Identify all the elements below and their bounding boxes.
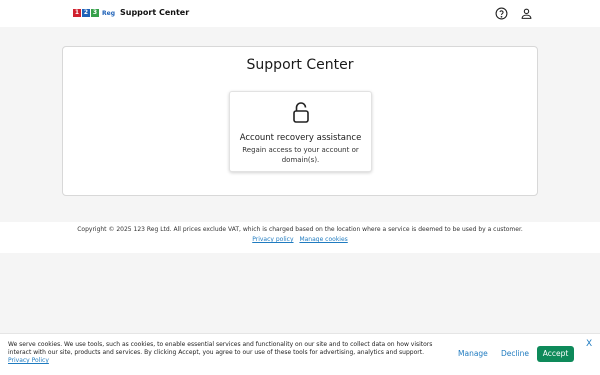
decline-button[interactable]: Decline xyxy=(501,349,529,358)
cookie-text: We serve cookies. We use tools, such as … xyxy=(8,341,433,356)
logo-digit-3: 3 xyxy=(91,9,99,17)
header-title[interactable]: Support Center xyxy=(120,8,189,17)
manage-button[interactable]: Manage xyxy=(458,349,488,358)
manage-cookies-link[interactable]: Manage cookies xyxy=(299,236,347,243)
tile-description: Regain access to your account or domain(… xyxy=(242,146,359,164)
brand-logo[interactable]: 1 2 3 Reg xyxy=(73,9,115,17)
logo-reg-text: Reg xyxy=(102,9,115,17)
page-title: Support Center xyxy=(246,57,354,73)
cookie-banner: We serve cookies. We use tools, such as … xyxy=(0,333,600,375)
footer-links: Privacy policy Manage cookies xyxy=(0,236,600,243)
logo-digit-1: 1 xyxy=(73,9,81,17)
account-recovery-tile[interactable]: Account recovery assistance Regain acces… xyxy=(229,91,372,172)
privacy-policy-link[interactable]: Privacy policy xyxy=(252,236,293,243)
accept-button[interactable]: Accept xyxy=(537,346,574,362)
logo-digit-2: 2 xyxy=(82,9,90,17)
user-icon[interactable] xyxy=(520,7,533,20)
cookie-privacy-policy-link[interactable]: Privacy Policy xyxy=(8,357,49,364)
help-circle-icon[interactable] xyxy=(495,7,508,20)
close-icon[interactable]: X xyxy=(586,339,592,349)
tile-title: Account recovery assistance xyxy=(239,133,362,143)
top-header: 1 2 3 Reg Support Center xyxy=(0,0,600,27)
copyright-text: Copyright © 2025 123 Reg Ltd. All prices… xyxy=(77,226,523,233)
lock-icon xyxy=(293,102,309,123)
support-card: Support Center Account recovery assistan… xyxy=(62,46,538,196)
page-footer: Copyright © 2025 123 Reg Ltd. All prices… xyxy=(0,222,600,253)
cookie-message: We serve cookies. We use tools, such as … xyxy=(8,341,440,365)
